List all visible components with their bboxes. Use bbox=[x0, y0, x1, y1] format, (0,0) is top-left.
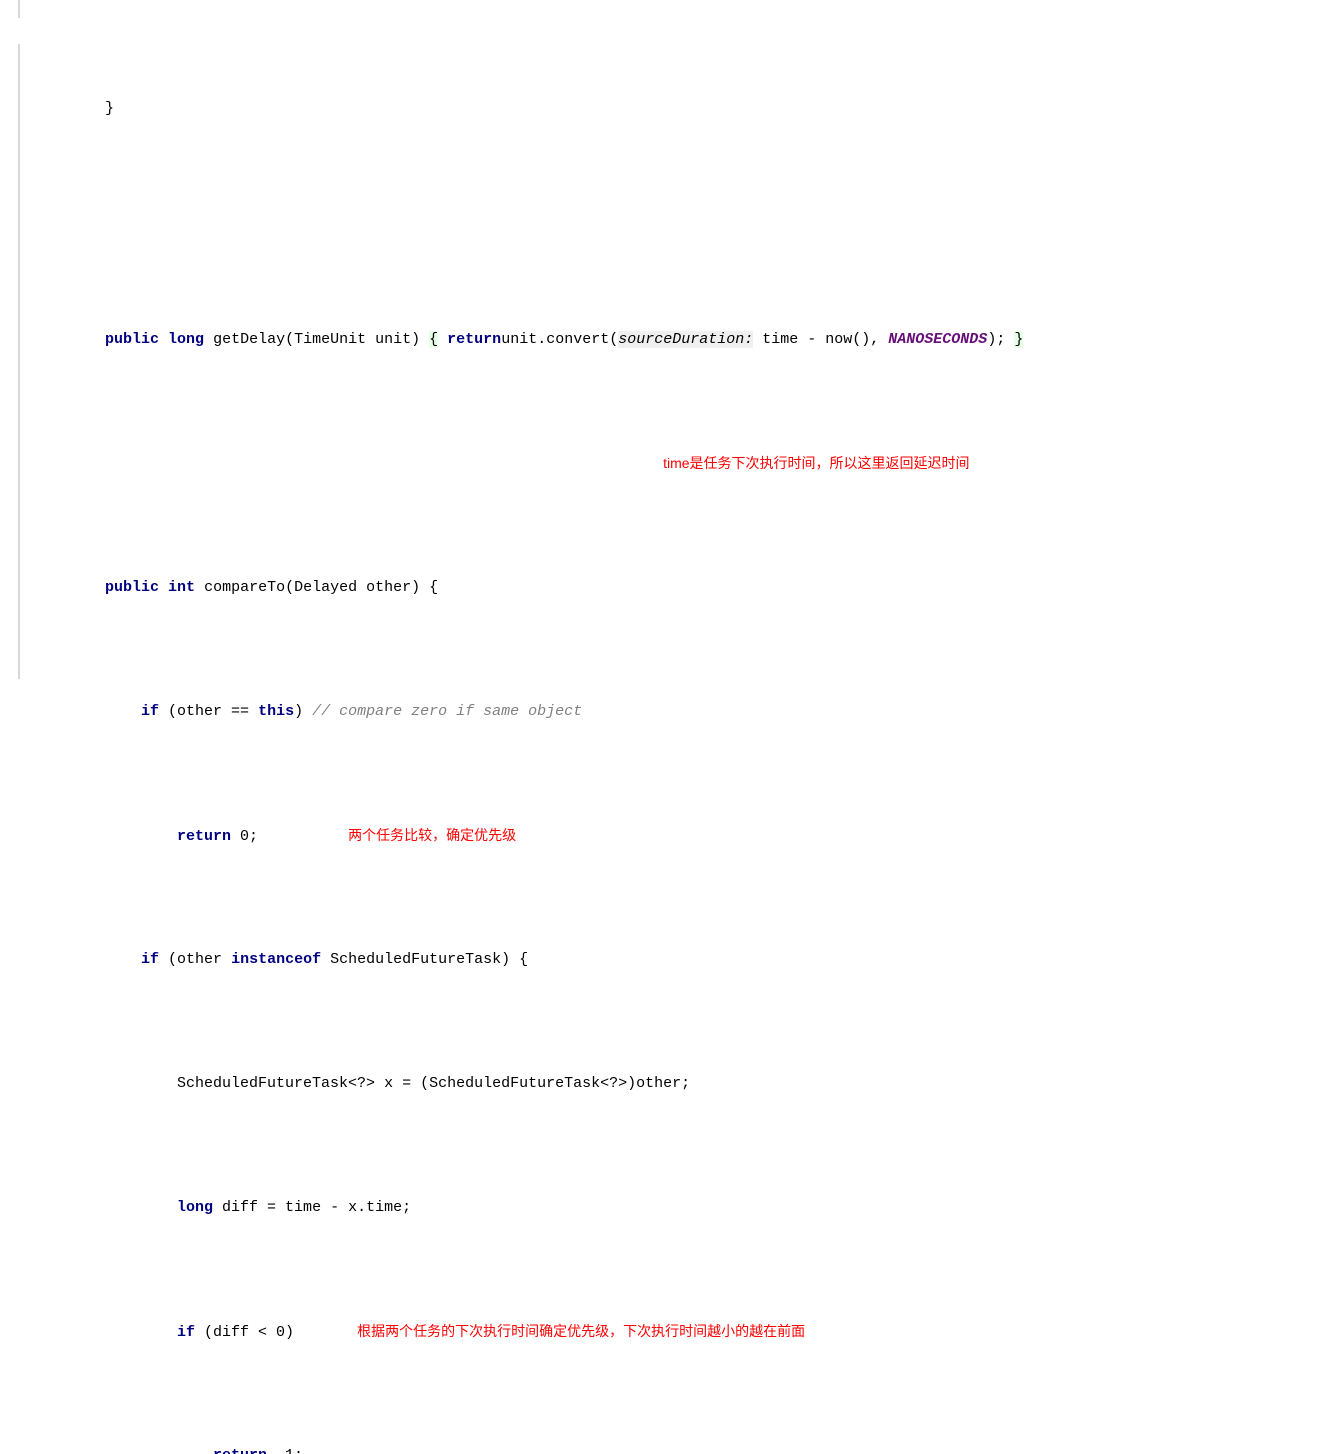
code-line[interactable]: ScheduledFutureTask<?> x = (ScheduledFut… bbox=[42, 1068, 1332, 1099]
fold-guide bbox=[18, 0, 20, 18]
code-line[interactable]: public int compareTo(Delayed other) { bbox=[42, 572, 1332, 603]
annotation-line: time是任务下次执行时间，所以这里返回延迟时间 bbox=[42, 448, 1332, 479]
code-line[interactable]: return -1; bbox=[42, 1440, 1332, 1454]
code-line[interactable]: return 0; 两个任务比较，确定优先级 bbox=[42, 820, 1332, 851]
code-line[interactable]: public long getDelay(TimeUnit unit) { re… bbox=[42, 324, 1332, 355]
code-editor[interactable]: } public long getDelay(TimeUnit unit) { … bbox=[0, 0, 1332, 727]
annotation-text: time是任务下次执行时间，所以这里返回延迟时间 bbox=[663, 455, 969, 471]
fold-guide bbox=[18, 44, 20, 679]
code-line[interactable]: if (other == this) // compare zero if sa… bbox=[42, 696, 1332, 727]
annotation-text: 根据两个任务的下次执行时间确定优先级，下次执行时间越小的越在前面 bbox=[357, 1323, 805, 1339]
code-line[interactable]: if (other instanceof ScheduledFutureTask… bbox=[42, 944, 1332, 975]
code-area[interactable]: } public long getDelay(TimeUnit unit) { … bbox=[30, 0, 1332, 727]
gutter bbox=[0, 0, 30, 727]
code-line[interactable] bbox=[42, 217, 1332, 231]
code-line[interactable]: } bbox=[42, 93, 1332, 124]
code-line[interactable]: long diff = time - x.time; bbox=[42, 1192, 1332, 1223]
code-line[interactable]: if (diff < 0) 根据两个任务的下次执行时间确定优先级，下次执行时间越… bbox=[42, 1316, 1332, 1347]
annotation-text: 两个任务比较，确定优先级 bbox=[348, 827, 516, 843]
